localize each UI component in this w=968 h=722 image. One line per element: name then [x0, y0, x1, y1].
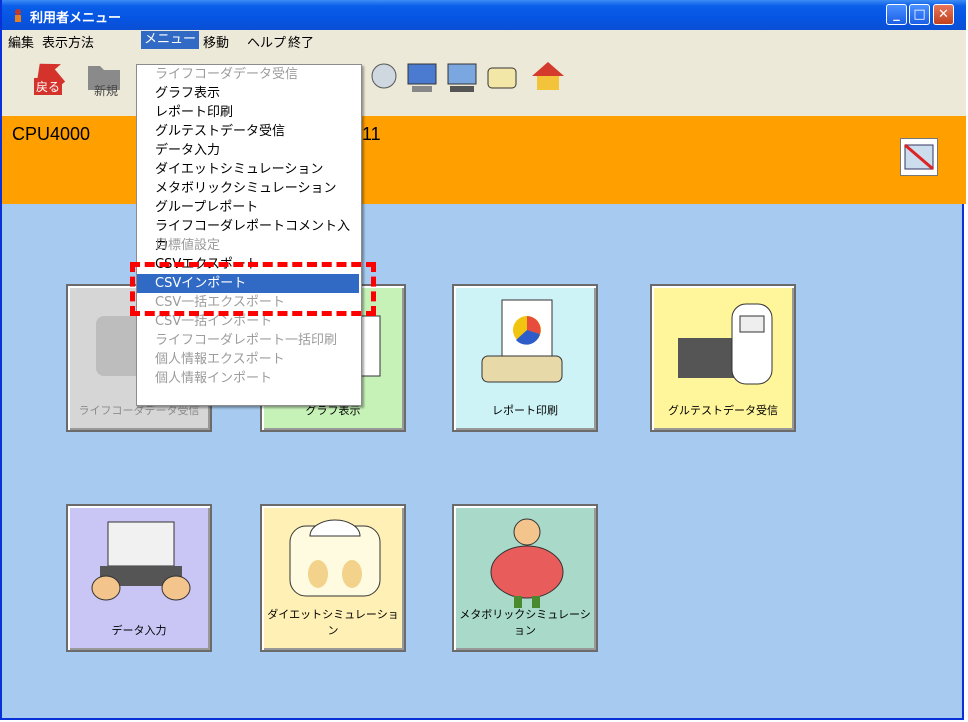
menu-move[interactable]: 移動 [203, 32, 229, 51]
toolbar-measure-button[interactable] [364, 56, 404, 96]
window-title: 利用者メニュー [30, 11, 122, 26]
back-label: 戻る [34, 78, 63, 95]
menu-item-group-report[interactable]: グループレポート [137, 198, 359, 217]
toolbar-scale-button[interactable] [482, 56, 522, 96]
tile-metabo[interactable]: メタボリックシミュレーション [452, 504, 598, 652]
title-bar: 利用者メニュー _ □ ✕ [2, 0, 966, 30]
tile-diet[interactable]: ダイエットシミュレーション [260, 504, 406, 652]
home-icon [532, 62, 564, 90]
menu-edit[interactable]: 編集 [8, 32, 34, 51]
laptop-input-icon [91, 521, 191, 601]
back-button[interactable]: 戻る [30, 56, 70, 96]
tile-report-label: レポート印刷 [492, 404, 558, 417]
menu-bar: 編集 表示方法 メニュー 移動 ヘルプ 終了 [2, 30, 966, 51]
tile-metabo-label: メタボリックシミュレーション [459, 608, 591, 637]
menu-view[interactable]: 表示方法 [42, 32, 94, 51]
menu-item-target-setting: 目標値設定 [155, 238, 221, 253]
tile-glutest[interactable]: グルテストデータ受信 [650, 284, 796, 432]
tile-glutest-label: グルテストデータ受信 [668, 404, 778, 417]
new-label: 新規 [94, 84, 119, 98]
menu-item-personal-import: 個人情報インポート [155, 371, 273, 386]
app-window: 利用者メニュー _ □ ✕ 編集 表示方法 メニュー 移動 ヘルプ 終了 戻る … [0, 0, 966, 720]
menu-exit[interactable]: 終了 [288, 32, 314, 51]
new-button[interactable]: 新規 [84, 56, 124, 98]
menu-item-report-print[interactable]: レポート印刷 [137, 103, 359, 122]
toolbar-input-button[interactable] [442, 56, 482, 96]
glucose-meter-icon [678, 303, 773, 385]
tile-report[interactable]: レポート印刷 [452, 284, 598, 432]
highlight-annotation [130, 262, 376, 316]
user-id-suffix: 11 [362, 124, 381, 144]
menu-menu[interactable]: メニュー [141, 31, 200, 49]
close-button[interactable]: ✕ [933, 4, 954, 25]
menu-dropdown: ライフコーダデータ受信 グラフ表示 レポート印刷 グルテストデータ受信 データ入… [136, 64, 362, 406]
user-id-prefix: CPU4000 [12, 124, 91, 144]
toolbar-graph-button[interactable] [402, 56, 442, 96]
tile-diet-label: ダイエットシミュレーション [267, 608, 399, 637]
menu-item-graph[interactable]: グラフ表示 [137, 84, 359, 103]
computer-icon [407, 63, 437, 92]
printer-icon [481, 299, 563, 383]
user-list-icon [904, 143, 934, 171]
home-button[interactable] [528, 56, 568, 96]
scale-tile-icon [289, 519, 381, 597]
minimize-button[interactable]: _ [886, 4, 907, 25]
monitor-icon [447, 63, 477, 92]
menu-item-metabo-sim[interactable]: メタボリックシミュレーション [137, 179, 359, 198]
maximize-button[interactable]: □ [909, 4, 930, 25]
menu-item-report-comment[interactable]: ライフコーダレポートコメント入力 [137, 217, 359, 253]
tile-data-input[interactable]: データ入力 [66, 504, 212, 652]
tile-data-input-label: データ入力 [111, 624, 167, 637]
scale-icon [487, 67, 517, 89]
app-icon [15, 9, 21, 22]
menu-item-lifecorder-receive: ライフコーダデータ受信 [155, 67, 299, 82]
device-icon [371, 63, 397, 89]
menu-item-report-bulk-print: ライフコーダレポート一括印刷 [155, 333, 338, 348]
metabolic-person-icon [490, 518, 564, 608]
user-list-button[interactable] [900, 138, 938, 176]
menu-help[interactable]: ヘルプ [247, 32, 286, 51]
menu-item-glutest-receive[interactable]: グルテストデータ受信 [137, 122, 359, 141]
menu-item-personal-export: 個人情報エクスポート [155, 352, 285, 367]
menu-item-diet-sim[interactable]: ダイエットシミュレーション [137, 160, 359, 179]
menu-item-data-input[interactable]: データ入力 [137, 141, 359, 160]
